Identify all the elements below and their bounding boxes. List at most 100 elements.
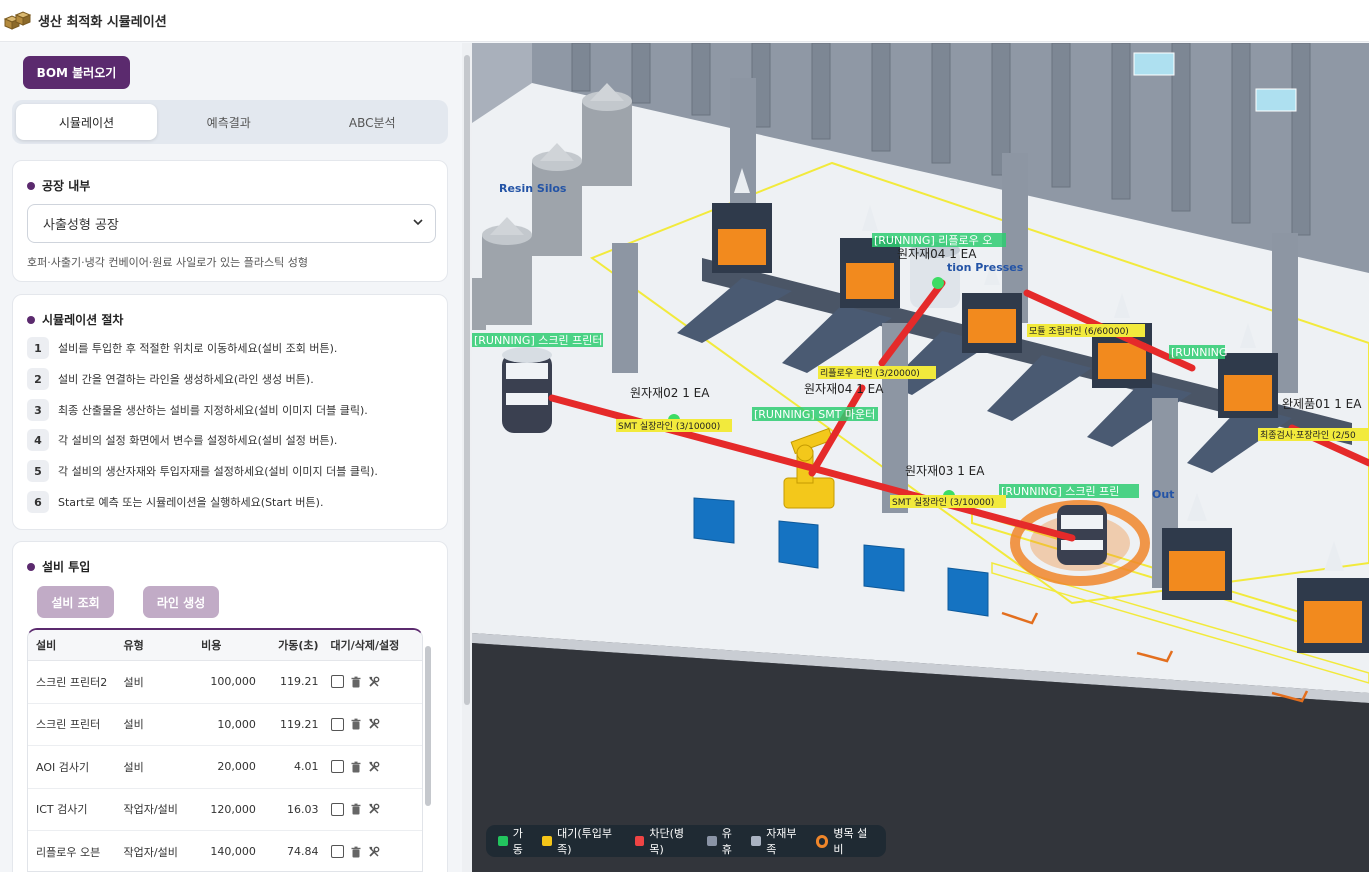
factory-scene-canvas[interactable]: Resin Silos tion Presses Out [RUNNING] 스… <box>472 43 1369 872</box>
equipment-time: 119.21 <box>280 675 319 689</box>
equipment-name: 리플로우 오븐 <box>36 845 101 859</box>
waiting-swatch-icon <box>542 836 553 846</box>
equipment-time: 74.84 <box>287 845 319 859</box>
procedure-step: 2 설비 간을 연결하는 라인을 생성하세요(라인 생성 버튼). <box>27 368 314 390</box>
table-body: 스크린 프린터2 설비 100,000 119.21 스크린 프린터 설비 10,000 11… <box>28 661 423 871</box>
settings-tools-icon[interactable] <box>368 761 380 773</box>
row-actions <box>319 675 423 689</box>
running-reflow-label: [RUNNING] 리플로우 오 <box>874 234 992 247</box>
smt-line-label: SMT 실장라인 (3/10000) <box>618 421 720 432</box>
equipment-cost: 10,000 <box>217 717 256 731</box>
trash-icon[interactable] <box>350 803 362 815</box>
equipment-table: 설비 유형 비용 가동(초) 대기/삭제/설정 스크린 프린터2 설비 100,00… <box>27 628 423 872</box>
trash-icon[interactable] <box>350 676 362 688</box>
bullet-dot-icon <box>27 562 35 571</box>
top-bar: 생산 최적화 시뮬레이션 <box>0 0 1369 42</box>
out-label: Out <box>1152 488 1174 501</box>
table-row[interactable]: AOI 검사기 설비 20,000 4.01 <box>28 746 422 789</box>
resin-silos-label: Resin Silos <box>499 182 567 195</box>
legend-bottleneck: 병목 설비 <box>815 825 876 857</box>
legend-running: 가동 <box>498 825 532 857</box>
settings-tools-icon[interactable] <box>368 718 380 730</box>
table-row[interactable]: 스크린 프린터2 설비 100,000 119.21 <box>28 661 422 704</box>
table-row[interactable]: 스크린 프린터 설비 10,000 119.21 <box>28 704 423 746</box>
table-header: 설비 유형 비용 가동(초) 대기/삭제/설정 <box>28 630 422 661</box>
procedure-card: 시뮬레이션 절차 1 설비를 투입한 후 적절한 위치로 이동하세요(설비 조회 … <box>12 294 448 530</box>
bullet-dot-icon <box>27 181 35 190</box>
app-title: 생산 최적화 시뮬레이션 <box>38 15 167 30</box>
module-line-label: 모듈 조립라인 (6/60000) <box>1029 326 1129 337</box>
trash-icon[interactable] <box>350 761 362 773</box>
equipment-cost: 20,000 <box>217 760 256 774</box>
smt-line-2-label: SMT 실장라인 (3/10000) <box>892 497 994 508</box>
equipment-type: 설비 <box>123 718 144 732</box>
procedure-step: 4각 설비의 설정 화면에서 변수를 설정하세요(설비 설정 버튼). <box>27 429 337 451</box>
running-screen-printer-2-label: [RUNNING] 스크린 프린 <box>1001 485 1119 498</box>
equipment-name: ICT 검사기 <box>36 803 88 817</box>
shortage-swatch-icon <box>751 836 762 846</box>
row-actions <box>319 802 423 816</box>
material-04-label: 원자재04 1 EA <box>897 247 977 261</box>
bom-load-button[interactable]: BOM 불러오기 <box>23 56 130 89</box>
table-scrollbar[interactable] <box>423 628 433 872</box>
material-04b-label: 원자재04 1 EA <box>804 382 884 396</box>
row-actions <box>319 717 423 731</box>
running-smt-label: [RUNNING] SMT 마운터 <box>754 408 875 421</box>
table-row[interactable]: ICT 검사기 작업자/설비 120,000 16.03 <box>28 789 423 831</box>
table-row[interactable]: 리플로우 오븐 작업자/설비 140,000 74.84 <box>28 831 423 871</box>
procedure-step: 3 최종 산출물을 생산하는 설비를 지정하세요(설비 이미지 더블 클릭). <box>27 399 368 421</box>
equipment-cost: 140,000 <box>210 845 256 859</box>
running-screen-printer-label: [RUNNING] 스크린 프린터 <box>474 334 602 347</box>
equipment-cost: 120,000 <box>210 802 256 816</box>
bottleneck-ring-icon <box>815 834 829 848</box>
standby-checkbox[interactable] <box>330 845 344 859</box>
procedure-step: 1 설비를 투입한 후 적절한 위치로 이동하세요(설비 조회 버튼). <box>27 337 337 359</box>
row-actions <box>319 760 423 774</box>
equipment-type: 작업자/설비 <box>123 803 178 817</box>
standby-checkbox[interactable] <box>330 675 344 689</box>
trash-icon[interactable] <box>350 718 362 730</box>
tab-prediction[interactable]: 예측결과 <box>157 104 301 140</box>
material-03-label: 원자재03 1 EA <box>905 464 985 478</box>
running-partial-label: [RUNNING <box>1171 346 1227 359</box>
row-actions <box>319 845 423 859</box>
tab-abc[interactable]: ABC분석 <box>301 104 445 140</box>
procedure-step: 6 Start로 예측 또는 시뮬레이션을 실행하세요(Start 버튼). <box>27 491 323 513</box>
sidebar: BOM 불러오기 시뮬레이션 예측결과 ABC분석 공장 내부 사출성형 공장 … <box>0 43 460 872</box>
equipment-name: 스크린 프린터2 <box>36 675 108 689</box>
equipment-type: 작업자/설비 <box>123 845 178 859</box>
trash-icon[interactable] <box>350 846 362 858</box>
app-logo-icon <box>3 10 32 30</box>
settings-tools-icon[interactable] <box>368 676 380 688</box>
equipment-name: AOI 검사기 <box>36 760 90 774</box>
idle-swatch-icon <box>707 836 717 846</box>
equipment-lookup-button[interactable]: 설비 조회 <box>37 586 114 618</box>
settings-tools-icon[interactable] <box>368 803 380 815</box>
tab-simulation[interactable]: 시뮬레이션 <box>16 104 157 140</box>
equipment-type: 설비 <box>123 675 144 689</box>
equipment-time: 4.01 <box>294 760 319 774</box>
chevron-down-icon <box>413 219 423 226</box>
factory-card: 공장 내부 사출성형 공장 호퍼·사출기·냉각 컨베이어·원료 사일로가 있는 … <box>12 160 448 282</box>
equipment-name: 스크린 프린터 <box>36 718 101 732</box>
standby-checkbox[interactable] <box>330 760 344 774</box>
factory-select[interactable]: 사출성형 공장 <box>27 204 436 243</box>
presses-label: tion Presses <box>947 261 1024 274</box>
procedure-card-title: 시뮬레이션 절차 <box>27 311 123 328</box>
line-create-button[interactable]: 라인 생성 <box>143 586 219 618</box>
legend-shortage: 자재부족 <box>751 825 805 857</box>
finished-01-label: 완제품01 1 EA <box>1282 397 1362 411</box>
factory-3d-view[interactable]: Resin Silos tion Presses Out [RUNNING] 스… <box>472 43 1369 872</box>
standby-checkbox[interactable] <box>330 802 344 816</box>
standby-checkbox[interactable] <box>330 717 344 731</box>
equipment-time: 119.21 <box>280 717 319 731</box>
tab-bar: 시뮬레이션 예측결과 ABC분석 <box>12 100 448 144</box>
reflow-line-label: 리플로우 라인 (3/20000) <box>820 368 920 379</box>
final-line-label: 최종검사·포장라인 (2/50 <box>1260 429 1356 441</box>
settings-tools-icon[interactable] <box>368 846 380 858</box>
equipment-time: 16.03 <box>287 802 319 816</box>
equipment-card: 설비 투입 설비 조회 라인 생성 설비 유형 비용 가동(초) 대기/삭제/설… <box>12 541 448 872</box>
procedure-step: 5각 설비의 생산자재와 투입자재를 설정하세요(설비 이미지 더블 클릭). <box>27 460 378 482</box>
legend-idle: 유휴 <box>707 825 741 857</box>
sidebar-scrollbar[interactable] <box>462 43 472 872</box>
